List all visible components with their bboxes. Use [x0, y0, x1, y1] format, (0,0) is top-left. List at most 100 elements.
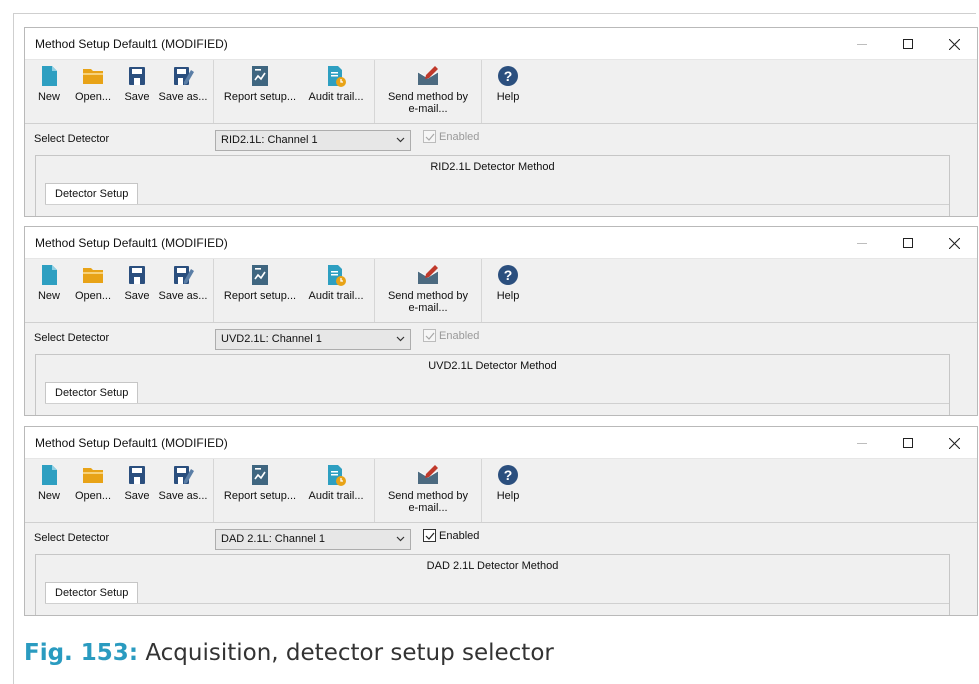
- save-as-label: Save as...: [158, 490, 208, 502]
- svg-text:?: ?: [504, 467, 513, 483]
- detector-row: Select Detector RID2.1L: Channel 1 Enabl…: [25, 124, 977, 154]
- method-setup-window-uvd: Method Setup Default1 (MODIFIED) New Ope…: [24, 226, 978, 416]
- minimize-button[interactable]: [839, 227, 885, 259]
- new-button[interactable]: New: [29, 60, 69, 123]
- close-button[interactable]: [931, 427, 977, 459]
- open-button[interactable]: Open...: [69, 459, 117, 522]
- detector-select[interactable]: RID2.1L: Channel 1: [215, 130, 411, 151]
- tab-divider: [45, 403, 949, 404]
- help-icon: ?: [498, 265, 518, 285]
- title-bar: Method Setup Default1 (MODIFIED): [25, 28, 977, 60]
- help-label: Help: [496, 490, 520, 502]
- audit-trail-icon: [328, 66, 346, 87]
- audit-trail-button[interactable]: Audit trail...: [302, 60, 370, 123]
- close-button[interactable]: [931, 28, 977, 60]
- new-label: New: [37, 91, 60, 103]
- folder-icon: [83, 468, 103, 483]
- enabled-label: Enabled: [439, 130, 480, 143]
- detector-row: Select Detector UVD2.1L: Channel 1 Enabl…: [25, 323, 977, 353]
- tab-detector-setup[interactable]: Detector Setup: [45, 382, 139, 404]
- help-icon: ?: [498, 465, 518, 485]
- minimize-button[interactable]: [839, 28, 885, 60]
- window-title: Method Setup Default1 (MODIFIED): [35, 235, 228, 250]
- maximize-button[interactable]: [885, 227, 931, 259]
- new-document-icon: [42, 265, 57, 285]
- help-button[interactable]: ? Help: [486, 60, 530, 123]
- close-button[interactable]: [931, 227, 977, 259]
- save-label: Save: [124, 290, 150, 302]
- close-icon: [948, 237, 960, 249]
- open-button[interactable]: Open...: [69, 60, 117, 123]
- enabled-checkbox[interactable]: Enabled: [423, 329, 479, 342]
- chevron-down-icon: [396, 536, 405, 542]
- send-method-label-line1: Send method by: [387, 91, 469, 103]
- save-as-button[interactable]: Save as...: [157, 259, 209, 322]
- folder-icon: [83, 69, 103, 84]
- report-setup-button[interactable]: Report setup...: [218, 459, 302, 522]
- send-method-email-button[interactable]: Send method by e-mail...: [379, 259, 477, 322]
- detector-select[interactable]: UVD2.1L: Channel 1: [215, 329, 411, 350]
- close-icon: [948, 437, 960, 449]
- send-method-email-button[interactable]: Send method by e-mail...: [379, 459, 477, 522]
- select-detector-label: Select Detector: [34, 532, 110, 544]
- new-button[interactable]: New: [29, 459, 69, 522]
- maximize-button[interactable]: [885, 427, 931, 459]
- detector-method-panel: RID2.1L Detector Method Detector Setup: [35, 155, 950, 216]
- enabled-label: Enabled: [439, 529, 480, 542]
- save-button[interactable]: Save: [117, 60, 157, 123]
- checkmark-icon: [425, 532, 434, 540]
- enabled-checkbox-box: [423, 130, 436, 143]
- audit-trail-label: Audit trail...: [308, 290, 364, 302]
- tab-detector-setup[interactable]: Detector Setup: [45, 582, 139, 604]
- title-bar: Method Setup Default1 (MODIFIED): [25, 427, 977, 459]
- audit-trail-button[interactable]: Audit trail...: [302, 459, 370, 522]
- checkmark-icon: [425, 332, 434, 340]
- send-email-icon: [417, 66, 439, 85]
- detector-row: Select Detector DAD 2.1L: Channel 1 Enab…: [25, 523, 977, 553]
- method-setup-window-rid: Method Setup Default1 (MODIFIED) New Ope…: [24, 27, 978, 217]
- new-button[interactable]: New: [29, 259, 69, 322]
- svg-text:?: ?: [504, 68, 513, 84]
- detector-select-value: DAD 2.1L: Channel 1: [221, 533, 325, 545]
- folder-icon: [83, 268, 103, 283]
- new-label: New: [37, 290, 60, 302]
- save-button[interactable]: Save: [117, 259, 157, 322]
- send-method-label-line2: e-mail...: [408, 103, 448, 115]
- save-as-button[interactable]: Save as...: [157, 60, 209, 123]
- send-method-label-line2: e-mail...: [408, 502, 448, 514]
- save-as-button[interactable]: Save as...: [157, 459, 209, 522]
- save-button[interactable]: Save: [117, 459, 157, 522]
- maximize-button[interactable]: [885, 28, 931, 60]
- send-email-icon: [417, 465, 439, 484]
- open-button[interactable]: Open...: [69, 259, 117, 322]
- save-as-icon: [174, 266, 194, 284]
- save-as-label: Save as...: [158, 290, 208, 302]
- detector-method-panel: UVD2.1L Detector Method Detector Setup: [35, 354, 950, 415]
- enabled-checkbox[interactable]: Enabled: [423, 529, 479, 542]
- minimize-button[interactable]: [839, 427, 885, 459]
- select-detector-label: Select Detector: [34, 133, 110, 145]
- report-setup-button[interactable]: Report setup...: [218, 259, 302, 322]
- enabled-checkbox[interactable]: Enabled: [423, 130, 479, 143]
- send-method-email-button[interactable]: Send method by e-mail...: [379, 60, 477, 123]
- save-as-label: Save as...: [158, 91, 208, 103]
- new-label: New: [37, 490, 60, 502]
- detector-select-value: UVD2.1L: Channel 1: [221, 333, 322, 345]
- window-title: Method Setup Default1 (MODIFIED): [35, 435, 228, 450]
- audit-trail-button[interactable]: Audit trail...: [302, 259, 370, 322]
- enabled-checkbox-box: [423, 529, 436, 542]
- detector-method-title: DAD 2.1L Detector Method: [426, 560, 559, 572]
- tab-divider: [45, 204, 949, 205]
- detector-select[interactable]: DAD 2.1L: Channel 1: [215, 529, 411, 550]
- tab-detector-setup[interactable]: Detector Setup: [45, 183, 139, 205]
- help-label: Help: [496, 290, 520, 302]
- new-document-icon: [42, 66, 57, 86]
- save-label: Save: [124, 490, 150, 502]
- report-setup-button[interactable]: Report setup...: [218, 60, 302, 123]
- help-button[interactable]: ? Help: [486, 459, 530, 522]
- method-setup-window-dad: Method Setup Default1 (MODIFIED) New Ope…: [24, 426, 978, 616]
- toolbar: New Open... Save Save as... Report setup…: [25, 459, 977, 523]
- report-setup-label: Report setup...: [223, 91, 297, 103]
- help-button[interactable]: ? Help: [486, 259, 530, 322]
- save-label: Save: [124, 91, 150, 103]
